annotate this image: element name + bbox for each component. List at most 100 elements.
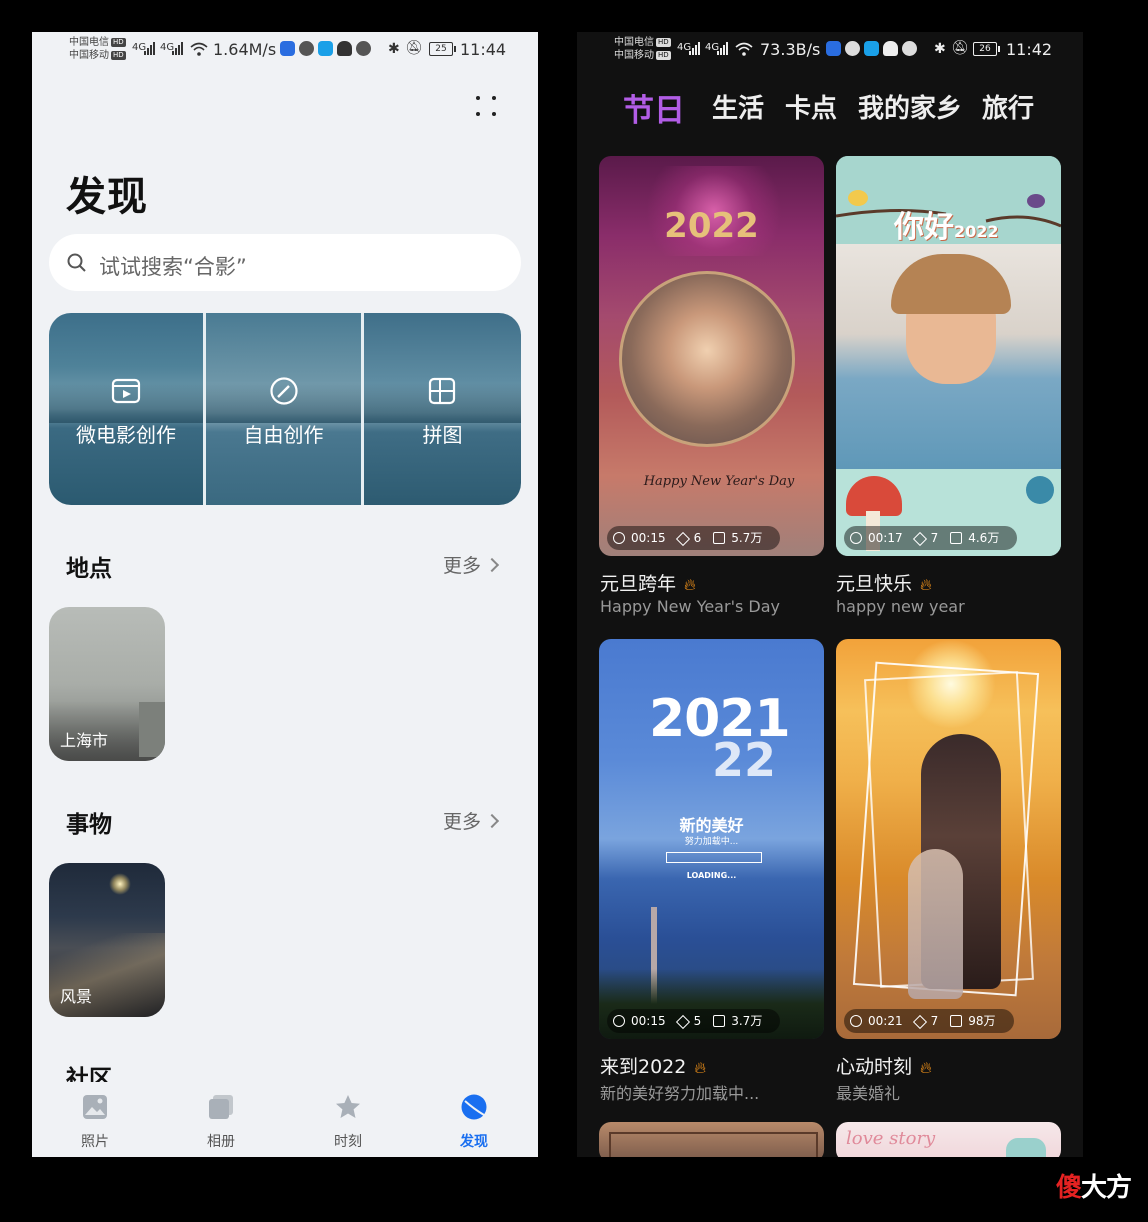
fire-icon: 🔥︎ bbox=[694, 1058, 707, 1077]
fire-icon: 🔥︎ bbox=[920, 575, 932, 594]
template-meta: 00:21 7 98万 bbox=[844, 1009, 1014, 1033]
more-options-button[interactable] bbox=[472, 92, 502, 122]
tab-label: 照片 bbox=[81, 1134, 109, 1150]
place-card[interactable]: 上海市 bbox=[49, 607, 165, 761]
template-card[interactable]: 2021 22 新的美好 努力加载中... LOADING... 00:15 5 3… bbox=[599, 639, 824, 1039]
category-tab-hometown[interactable]: 我的家乡 bbox=[858, 88, 962, 125]
battery-icon: 26 bbox=[973, 42, 1000, 56]
category-tab-beat[interactable]: 卡点 bbox=[785, 88, 837, 125]
tile-label: 拼图 bbox=[422, 423, 463, 447]
battery-icon: 25 bbox=[429, 42, 456, 56]
thing-label: 风景 bbox=[60, 987, 93, 1006]
chevron-right-icon bbox=[484, 557, 500, 573]
overlay-main: 新的美好 bbox=[679, 816, 744, 835]
loading-bar bbox=[666, 852, 762, 863]
template-title: 心动时刻 🔥︎ bbox=[836, 1056, 932, 1078]
chevron-right-icon bbox=[484, 813, 500, 829]
search-placeholder: 试试搜索“合影” bbox=[99, 255, 247, 279]
template-meta: 00:15 6 5.7万 bbox=[607, 526, 781, 550]
app-notification-icon bbox=[318, 41, 333, 56]
template-card[interactable]: love story bbox=[836, 1122, 1061, 1157]
app-notification-icon bbox=[864, 41, 879, 56]
discover-icon bbox=[461, 1094, 487, 1120]
bluetooth-icon: ✱ bbox=[934, 41, 946, 57]
template-card[interactable]: 你好2022 00:17 7 4.6万 bbox=[836, 156, 1061, 556]
category-tab-travel[interactable]: 旅行 bbox=[982, 88, 1034, 125]
micro-movie-tile[interactable]: 微电影创作 bbox=[49, 313, 203, 505]
mute-icon: 🔕︎ bbox=[951, 40, 969, 56]
overlay-script: love story bbox=[846, 1128, 936, 1149]
movie-icon bbox=[111, 378, 141, 404]
message-icon bbox=[902, 41, 917, 56]
category-tab-life[interactable]: 生活 bbox=[712, 88, 764, 125]
template-subtitle: 新的美好努力加载中... bbox=[600, 1084, 760, 1103]
overlay-sub: 努力加载中... bbox=[684, 837, 739, 847]
creation-tiles: 微电影创作 自由创作 拼图 bbox=[49, 313, 521, 505]
carrier-info: 中国电信 HD 中国移动 HD bbox=[69, 37, 126, 61]
tab-photos[interactable]: 照片 bbox=[45, 1082, 145, 1157]
things-section-title: 事物 bbox=[66, 812, 112, 838]
status-bar: 中国电信 HD 中国移动 HD 4G 4G 1.64M/s ✱ 🔕︎ 25 11:4… bbox=[32, 32, 538, 66]
template-meta: 00:15 5 3.7万 bbox=[607, 1009, 781, 1033]
fire-icon: 🔥︎ bbox=[920, 1058, 932, 1077]
overlay-year: 2022 bbox=[664, 206, 759, 246]
photo-icon bbox=[83, 1095, 107, 1119]
clock: 11:44 bbox=[460, 40, 507, 59]
tab-moments[interactable]: 时刻 bbox=[298, 1082, 398, 1157]
thing-card[interactable]: 风景 bbox=[49, 863, 165, 1017]
carrier-info: 中国电信 HD 中国移动 HD bbox=[614, 37, 671, 61]
template-subtitle: Happy New Year's Day bbox=[600, 597, 780, 616]
child-photo bbox=[836, 244, 1061, 469]
tab-label: 相册 bbox=[207, 1134, 235, 1150]
app-notification-icon bbox=[845, 41, 860, 56]
tab-label: 发现 bbox=[460, 1134, 488, 1150]
app-notification-icon bbox=[280, 41, 295, 56]
app-notification-icon bbox=[299, 41, 314, 56]
template-title: 来到2022 🔥︎ bbox=[600, 1056, 707, 1078]
clock: 11:42 bbox=[1006, 40, 1053, 59]
template-title: 元旦跨年 🔥︎ bbox=[600, 573, 696, 595]
page-title: 发现 bbox=[66, 174, 148, 220]
free-creation-tile[interactable]: 自由创作 bbox=[206, 313, 361, 505]
qq-icon bbox=[337, 41, 352, 56]
places-more-link[interactable]: 更多 bbox=[443, 551, 500, 578]
search-icon bbox=[67, 253, 86, 272]
net-speed: 1.64M/s bbox=[213, 40, 277, 59]
template-card[interactable]: 2022 Happy New Year's Day 00:15 6 5.7万 bbox=[599, 156, 824, 556]
net-speed: 73.3B/s bbox=[760, 40, 821, 59]
gauge-icon bbox=[270, 377, 298, 405]
message-icon bbox=[356, 41, 371, 56]
tile-label: 自由创作 bbox=[243, 423, 324, 447]
overlay-script: Happy New Year's Day bbox=[643, 474, 795, 489]
search-bar[interactable]: 试试搜索“合影” bbox=[49, 234, 521, 291]
star-icon bbox=[336, 1095, 360, 1118]
places-section-title: 地点 bbox=[66, 556, 112, 582]
tab-albums[interactable]: 相册 bbox=[171, 1082, 271, 1157]
templates-screen: 中国电信 HD 中国移动 HD 4G 4G 73.3B/s ✱ 🔕︎ 26 11:4… bbox=[577, 32, 1083, 1157]
collage-icon bbox=[428, 377, 456, 405]
tab-discover[interactable]: 发现 bbox=[424, 1082, 524, 1157]
overlay-loading: LOADING... bbox=[686, 871, 737, 880]
template-card[interactable] bbox=[599, 1122, 824, 1157]
app-notification-icon bbox=[826, 41, 841, 56]
wifi-icon bbox=[190, 42, 208, 56]
mute-icon: 🔕︎ bbox=[405, 40, 423, 56]
template-subtitle: 最美婚礼 bbox=[836, 1084, 901, 1103]
template-title: 元旦快乐 🔥︎ bbox=[836, 573, 932, 595]
tile-label: 微电影创作 bbox=[76, 423, 176, 447]
overlay-text: 你好 bbox=[894, 210, 954, 245]
place-label: 上海市 bbox=[60, 731, 109, 750]
watermark-logo: 傻大方 bbox=[1056, 1173, 1132, 1203]
template-subtitle: happy new year bbox=[836, 597, 965, 616]
bluetooth-icon: ✱ bbox=[388, 41, 400, 57]
album-icon bbox=[209, 1095, 233, 1119]
template-card[interactable]: 00:21 7 98万 bbox=[836, 639, 1061, 1039]
category-tab-festival[interactable]: 节日 bbox=[623, 85, 685, 130]
qq-icon bbox=[883, 41, 898, 56]
overlay-year: 2022 bbox=[954, 222, 999, 241]
things-more-link[interactable]: 更多 bbox=[443, 807, 500, 834]
status-bar: 中国电信 HD 中国移动 HD 4G 4G 73.3B/s ✱ 🔕︎ 26 11:4… bbox=[577, 32, 1083, 66]
collage-tile[interactable]: 拼图 bbox=[364, 313, 521, 505]
fire-icon: 🔥︎ bbox=[684, 575, 696, 594]
tab-label: 时刻 bbox=[334, 1134, 362, 1150]
